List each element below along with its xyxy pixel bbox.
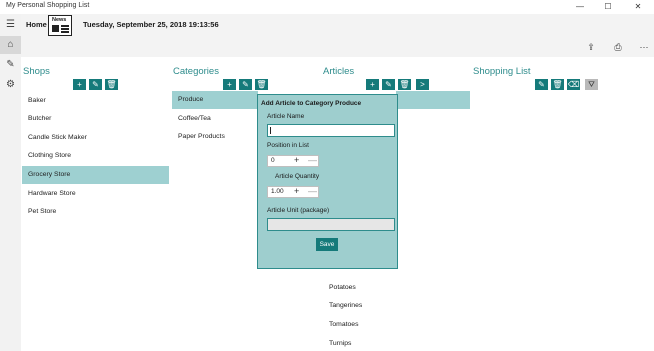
article-item[interactable]: Tangerines bbox=[329, 302, 362, 309]
category-item[interactable]: Paper Products bbox=[172, 128, 258, 146]
shopping-list-title: Shopping List bbox=[473, 66, 531, 77]
add-to-list-button[interactable]: > bbox=[416, 79, 429, 90]
position-stepper[interactable]: 0 + — bbox=[267, 155, 319, 167]
edit-list-item-button[interactable]: ✎ bbox=[535, 79, 548, 90]
share-icon[interactable]: ⇪ bbox=[583, 39, 599, 55]
article-item[interactable]: Potatoes bbox=[329, 284, 356, 291]
clear-list-button[interactable]: ⌫ bbox=[567, 79, 580, 90]
text-cursor bbox=[270, 127, 271, 134]
quantity-stepper[interactable]: 1.00 + — bbox=[267, 186, 319, 198]
categories-title: Categories bbox=[173, 66, 219, 77]
newspaper-logo-icon: News bbox=[48, 15, 72, 36]
unit-input[interactable] bbox=[267, 218, 395, 231]
shop-item[interactable]: Candle Stick Maker bbox=[22, 129, 169, 147]
position-label: Position in List bbox=[267, 142, 309, 149]
shop-item[interactable]: Clothing Store bbox=[22, 147, 169, 165]
position-value: 0 bbox=[271, 157, 275, 164]
dialog-title: Add Article to Category Produce bbox=[261, 100, 362, 107]
add-category-button[interactable]: + bbox=[223, 79, 236, 90]
delete-category-button[interactable]: 🗑 bbox=[255, 79, 268, 90]
title-bar: My Personal Shopping List — ☐ ✕ bbox=[0, 0, 654, 14]
header-bar: Home News Tuesday, September 25, 2018 19… bbox=[21, 14, 654, 37]
decrement-icon[interactable]: — bbox=[308, 155, 317, 165]
increment-icon[interactable]: + bbox=[294, 186, 299, 196]
article-item[interactable]: Tomatoes bbox=[329, 321, 358, 328]
settings-gear-icon[interactable]: ⚙ bbox=[0, 76, 21, 94]
category-item[interactable]: Coffee/Tea bbox=[172, 110, 258, 128]
edit-icon[interactable]: ✎ bbox=[0, 56, 21, 74]
add-article-button[interactable]: + bbox=[366, 79, 379, 90]
shop-item[interactable]: Baker bbox=[22, 92, 169, 110]
delete-article-button[interactable]: 🗑 bbox=[398, 79, 411, 90]
print-icon[interactable]: ⎙ bbox=[610, 39, 626, 55]
minimize-button[interactable]: — bbox=[568, 0, 592, 14]
article-selection-highlight[interactable] bbox=[396, 91, 470, 109]
current-datetime: Tuesday, September 25, 2018 19:13:56 bbox=[83, 20, 219, 29]
home-icon[interactable]: ⌂ bbox=[0, 36, 21, 54]
edit-shop-button[interactable]: ✎ bbox=[89, 79, 102, 90]
logo-text: News bbox=[52, 17, 67, 23]
shop-item-selected[interactable]: Grocery Store bbox=[22, 166, 169, 184]
quantity-value: 1.00 bbox=[271, 188, 284, 195]
increment-icon[interactable]: + bbox=[294, 155, 299, 165]
delete-shop-button[interactable]: 🗑 bbox=[105, 79, 118, 90]
filter-icon[interactable]: ⛛ bbox=[585, 79, 598, 90]
close-button[interactable]: ✕ bbox=[626, 0, 650, 14]
more-options-icon[interactable]: ··· bbox=[636, 39, 652, 55]
article-name-input[interactable] bbox=[267, 124, 395, 137]
save-button[interactable]: Save bbox=[316, 238, 338, 251]
article-name-label: Article Name bbox=[267, 113, 305, 120]
maximize-button[interactable]: ☐ bbox=[596, 0, 620, 14]
shop-item[interactable]: Hardware Store bbox=[22, 185, 169, 203]
unit-label: Article Unit (package) bbox=[267, 207, 330, 214]
article-item[interactable]: Turnips bbox=[329, 340, 351, 347]
shops-title: Shops bbox=[23, 66, 50, 77]
command-toolbar: ⇪ ⎙ ··· bbox=[21, 37, 654, 57]
articles-title: Articles bbox=[323, 66, 355, 77]
home-label: Home bbox=[26, 20, 47, 29]
add-article-dialog: Add Article to Category Produce Article … bbox=[257, 94, 398, 269]
shop-item[interactable]: Butcher bbox=[22, 110, 169, 128]
add-shop-button[interactable]: + bbox=[73, 79, 86, 90]
hamburger-menu-icon[interactable]: ☰ bbox=[0, 16, 21, 34]
category-item-selected[interactable]: Produce bbox=[172, 91, 258, 109]
app-title: My Personal Shopping List bbox=[6, 2, 90, 9]
left-rail: ☰ ⌂ ✎ ⚙ bbox=[0, 14, 21, 351]
delete-list-item-button[interactable]: 🗑 bbox=[551, 79, 564, 90]
edit-category-button[interactable]: ✎ bbox=[239, 79, 252, 90]
edit-article-button[interactable]: ✎ bbox=[382, 79, 395, 90]
decrement-icon[interactable]: — bbox=[308, 186, 317, 196]
shop-item[interactable]: Pet Store bbox=[22, 203, 169, 221]
quantity-label: Article Quantity bbox=[275, 173, 320, 180]
